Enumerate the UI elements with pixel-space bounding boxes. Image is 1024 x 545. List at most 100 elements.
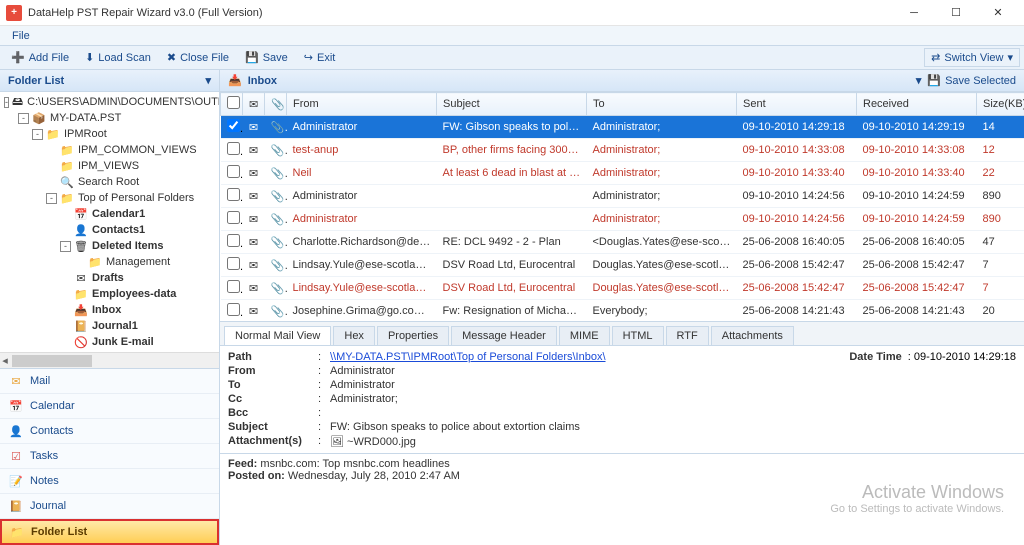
tab-message-header[interactable]: Message Header xyxy=(451,326,557,345)
expand-toggle[interactable]: - xyxy=(32,129,43,140)
mail-row[interactable]: ✉📎AdministratorAdministrator;09-10-2010 … xyxy=(221,208,1024,231)
nav-notes[interactable]: 📝Notes xyxy=(0,469,219,494)
mail-row[interactable]: ✉📎Josephine.Grima@go.com.mtFw: Resignati… xyxy=(221,300,1024,323)
tab-rtf[interactable]: RTF xyxy=(666,326,709,345)
mail-row[interactable]: ✉📎Lindsay.Yule@ese-scotland.c...DSV Road… xyxy=(221,277,1024,300)
attachment-icon: 📎 xyxy=(271,237,287,249)
row-checkbox[interactable] xyxy=(227,280,240,293)
mail-details: Path: \\MY-DATA.PST\IPMRoot\Top of Perso… xyxy=(220,346,1024,453)
tree-node[interactable]: 📅Calendar1 xyxy=(0,206,219,222)
cell: Douglas.Yates@ese-scotland... xyxy=(587,254,737,277)
expand-toggle[interactable]: - xyxy=(4,97,9,108)
nav-journal[interactable]: 📔Journal xyxy=(0,494,219,519)
row-checkbox[interactable] xyxy=(227,257,240,270)
tree-node[interactable]: 👤Contacts1 xyxy=(0,222,219,238)
add-file-button[interactable]: ➕Add File xyxy=(4,48,76,67)
tab-normal-mail-view[interactable]: Normal Mail View xyxy=(224,326,331,345)
tree-node[interactable]: 📁IPM_COMMON_VIEWS xyxy=(0,142,219,158)
mail-row[interactable]: ✉📎NeilAt least 6 dead in blast at Ch...A… xyxy=(221,162,1024,185)
row-checkbox[interactable] xyxy=(227,142,240,155)
row-checkbox[interactable] xyxy=(227,211,240,224)
exit-button[interactable]: ↪Exit xyxy=(297,48,343,67)
attachment-icon: 📎 xyxy=(271,145,287,157)
row-checkbox[interactable] xyxy=(227,119,240,132)
column-header[interactable]: Received xyxy=(857,93,977,116)
mail-row[interactable]: ✉📎AdministratorFW: Gibson speaks to poli… xyxy=(221,116,1024,139)
tree-node[interactable]: 🚫Junk E-mail xyxy=(0,334,219,350)
expand-toggle[interactable]: - xyxy=(46,193,57,204)
tree-label: Management xyxy=(106,256,170,268)
mail-row[interactable]: ✉📎Lindsay.Yule@ese-scotland.c...DSV Road… xyxy=(221,254,1024,277)
cell: 25-06-2008 15:42:47 xyxy=(857,277,977,300)
row-checkbox[interactable] xyxy=(227,165,240,178)
column-header[interactable]: To xyxy=(587,93,737,116)
folder-icon: 📁 xyxy=(88,255,102,269)
nav-mail[interactable]: ✉Mail xyxy=(0,369,219,394)
close-button[interactable]: ✕ xyxy=(978,2,1018,24)
mail-grid[interactable]: ✉📎FromSubjectToSentReceivedSize(KB) ✉📎Ad… xyxy=(220,92,1024,322)
tree-node[interactable]: 📁IPM_VIEWS xyxy=(0,158,219,174)
menubar: File xyxy=(0,26,1024,46)
expand-toggle[interactable]: - xyxy=(18,113,29,124)
nav-contacts[interactable]: 👤Contacts xyxy=(0,419,219,444)
chevron-down-icon[interactable]: ▾ xyxy=(916,74,922,87)
path-link[interactable]: \\MY-DATA.PST\IPMRoot\Top of Personal Fo… xyxy=(330,351,606,363)
row-checkbox[interactable] xyxy=(227,303,240,316)
mail-icon: ✉ xyxy=(8,373,24,389)
tree-node[interactable]: 📁 Management xyxy=(0,254,219,270)
nav-label: Notes xyxy=(30,475,59,487)
switch-view-button[interactable]: ⇄Switch View▾ xyxy=(924,48,1020,67)
tree-node[interactable]: 🔍Search Root xyxy=(0,174,219,190)
close-file-button[interactable]: ✖Close File xyxy=(160,48,236,67)
column-header[interactable] xyxy=(221,93,243,116)
tree-scrollbar[interactable]: ◂ xyxy=(0,352,219,368)
column-header[interactable]: 📎 xyxy=(265,93,287,116)
tree-node[interactable]: -📁IPMRoot xyxy=(0,126,219,142)
tree-node[interactable]: -🗑Deleted Items xyxy=(0,238,219,254)
column-header[interactable]: Size(KB) xyxy=(977,93,1024,116)
tab-hex[interactable]: Hex xyxy=(333,326,375,345)
menu-file[interactable]: File xyxy=(6,28,36,44)
tree-node[interactable]: 📥Inbox xyxy=(0,302,219,318)
exit-icon: ↪ xyxy=(304,51,313,64)
tree-node[interactable]: -🖴C:\USERS\ADMIN\DOCUMENTS\OUTLOOK F xyxy=(0,94,219,110)
load-scan-button[interactable]: ⬇Load Scan xyxy=(78,48,158,67)
chevron-down-icon[interactable]: ▾ xyxy=(205,74,211,87)
nav-folder-list[interactable]: 📁Folder List xyxy=(0,519,219,545)
tree-node[interactable]: -📦MY-DATA.PST xyxy=(0,110,219,126)
tree-node[interactable]: ✉Drafts xyxy=(0,270,219,286)
column-header[interactable]: ✉ xyxy=(243,93,265,116)
cell: Josephine.Grima@go.com.mt xyxy=(287,300,437,323)
mail-row[interactable]: ✉📎test-anupBP, other firms facing 300 la… xyxy=(221,139,1024,162)
tree-node[interactable]: 📁Employees-data xyxy=(0,286,219,302)
tree-label: Employees-data xyxy=(92,288,176,300)
expand-toggle[interactable]: - xyxy=(60,241,71,252)
tab-html[interactable]: HTML xyxy=(612,326,664,345)
nav-tasks[interactable]: ☑Tasks xyxy=(0,444,219,469)
nav-label: Folder List xyxy=(31,526,87,538)
tree-node[interactable]: 📔Journal1 xyxy=(0,318,219,334)
cell: 12 xyxy=(977,139,1024,162)
tree-node[interactable]: -📁Top of Personal Folders xyxy=(0,190,219,206)
select-all-checkbox[interactable] xyxy=(227,96,240,109)
mail-row[interactable]: ✉📎AdministratorAdministrator;09-10-2010 … xyxy=(221,185,1024,208)
save-button[interactable]: 💾Save xyxy=(238,48,295,67)
row-checkbox[interactable] xyxy=(227,234,240,247)
save-selected-button[interactable]: 💾Save Selected xyxy=(927,74,1016,87)
folder-icon: 📁 xyxy=(60,191,74,205)
mail-row[interactable]: ✉📎Charlotte.Richardson@dexio...RE: DCL 9… xyxy=(221,231,1024,254)
mail-icon: ✉ xyxy=(249,306,258,318)
column-header[interactable]: Sent xyxy=(737,93,857,116)
folder-tree[interactable]: -🖴C:\USERS\ADMIN\DOCUMENTS\OUTLOOK F-📦MY… xyxy=(0,92,219,352)
nav-calendar[interactable]: 📅Calendar xyxy=(0,394,219,419)
minimize-button[interactable]: ─ xyxy=(894,2,934,24)
column-header[interactable]: Subject xyxy=(437,93,587,116)
tab-properties[interactable]: Properties xyxy=(377,326,449,345)
column-header[interactable]: From xyxy=(287,93,437,116)
tab-mime[interactable]: MIME xyxy=(559,326,610,345)
tab-attachments[interactable]: Attachments xyxy=(711,326,794,345)
cell: At least 6 dead in blast at Ch... xyxy=(437,162,587,185)
row-checkbox[interactable] xyxy=(227,188,240,201)
nav-label: Journal xyxy=(30,500,66,512)
maximize-button[interactable]: ☐ xyxy=(936,2,976,24)
